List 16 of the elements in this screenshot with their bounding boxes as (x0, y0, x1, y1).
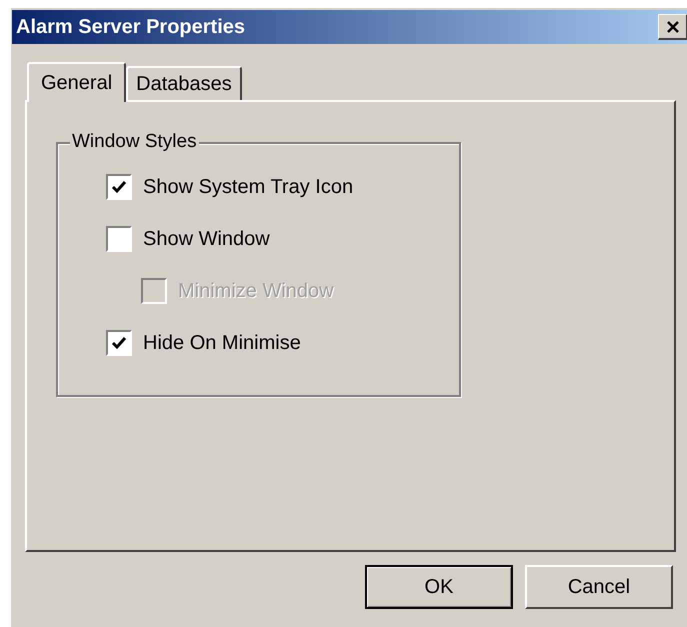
checkbox-option[interactable]: Show Window (106, 226, 459, 252)
check-icon (111, 180, 127, 194)
close-icon (666, 20, 680, 34)
checkbox[interactable] (106, 226, 132, 252)
tab[interactable]: Databases (126, 66, 242, 100)
checkbox[interactable] (106, 330, 132, 356)
checkbox-option[interactable]: Show System Tray Icon (106, 174, 459, 200)
close-button[interactable] (658, 14, 687, 40)
dialog-button[interactable]: OK (365, 565, 513, 609)
check-icon (111, 336, 127, 350)
checkbox[interactable] (106, 174, 132, 200)
tab[interactable]: General (27, 62, 126, 102)
checkbox-option[interactable]: Hide On Minimise (106, 330, 459, 356)
dialog-button[interactable]: Cancel (525, 565, 673, 609)
group-title: Window Styles (70, 131, 199, 153)
window-title: Alarm Server Properties (16, 15, 246, 40)
